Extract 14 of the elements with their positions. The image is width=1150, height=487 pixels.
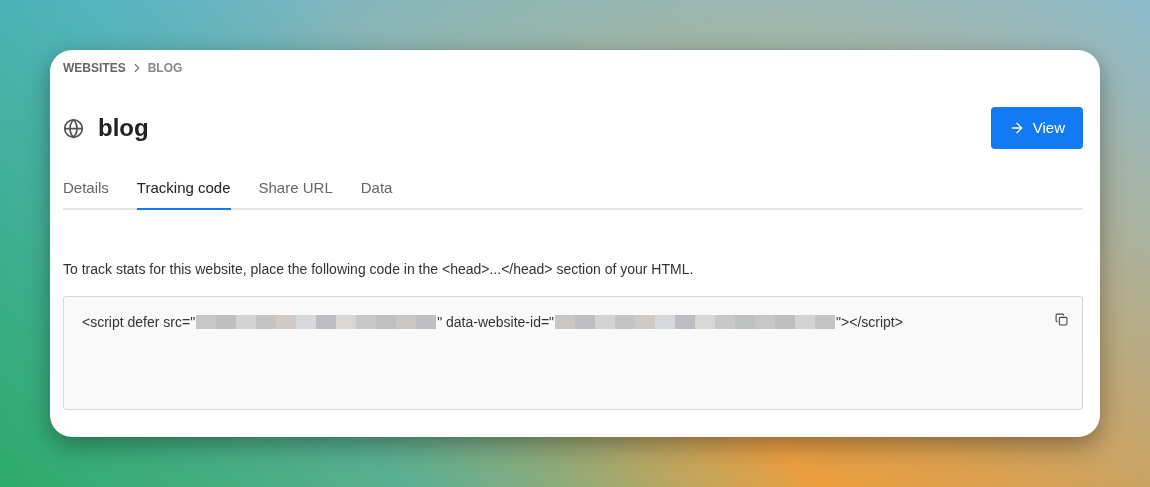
tab[interactable]: Share URL xyxy=(258,177,333,210)
page-title: blog xyxy=(98,113,149,143)
copy-icon[interactable] xyxy=(1055,312,1068,326)
tab[interactable]: Data xyxy=(360,177,393,210)
code-text: " data-website-id=" xyxy=(437,312,555,332)
breadcrumb-item[interactable]: WEBSITES xyxy=(63,59,126,77)
globe-icon xyxy=(63,117,84,139)
code-text: <script defer src=" xyxy=(82,312,196,332)
description-text: To track stats for this website, place the following code in the <head>...</head> section of your HTML. xyxy=(63,259,695,279)
tab[interactable]: Tracking code xyxy=(136,177,231,210)
tab[interactable]: Details xyxy=(63,177,109,210)
view-button[interactable]: View xyxy=(990,107,1083,149)
breadcrumb-item[interactable]: BLOG xyxy=(147,59,183,77)
code-text: "></script> xyxy=(836,312,903,332)
